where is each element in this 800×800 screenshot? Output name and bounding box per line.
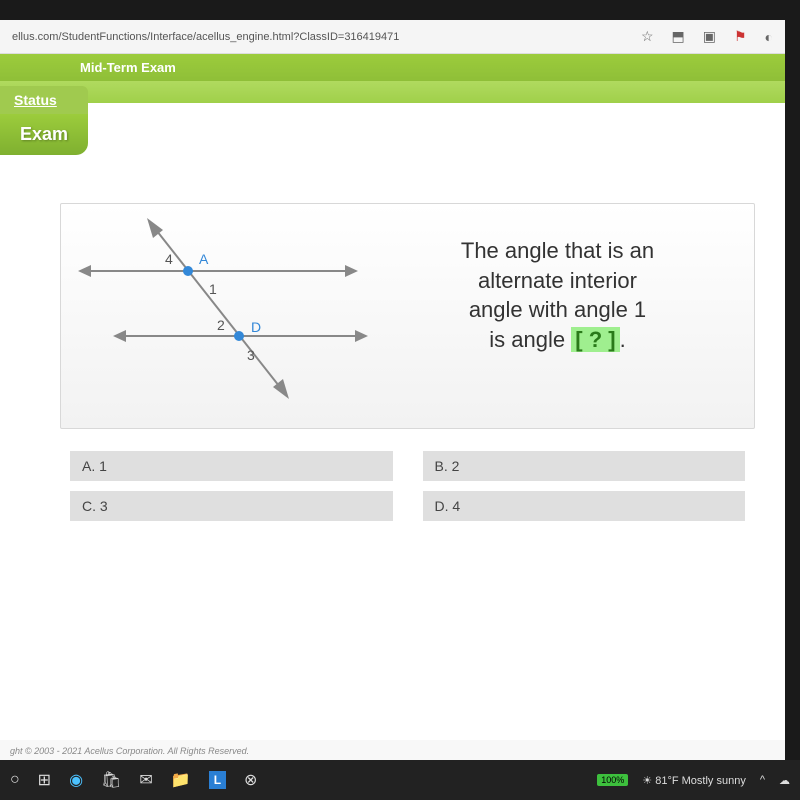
browser-address-bar: ellus.com/StudentFunctions/Interface/ace… bbox=[0, 20, 785, 54]
sub-header-bar bbox=[0, 81, 785, 103]
profile-icon[interactable]: ◐ bbox=[765, 29, 773, 45]
question-text: The angle that is an alternate interior … bbox=[373, 216, 742, 416]
edge-icon[interactable]: ◉ bbox=[69, 770, 83, 790]
answer-blank[interactable]: [ ? ] bbox=[571, 327, 619, 352]
search-icon[interactable]: ○ bbox=[10, 771, 20, 789]
battery-indicator[interactable]: 100% bbox=[597, 774, 628, 786]
tab-exam[interactable]: Exam bbox=[0, 114, 88, 155]
flag-icon[interactable]: ⚑ bbox=[734, 28, 747, 45]
url-text[interactable]: ellus.com/StudentFunctions/Interface/ace… bbox=[12, 31, 641, 43]
task-view-icon[interactable]: ⊞ bbox=[38, 770, 51, 790]
cloud-icon[interactable]: ☁ bbox=[779, 774, 790, 787]
geometry-diagram: A D 4 1 2 3 bbox=[73, 216, 373, 416]
tab-status[interactable]: Status bbox=[0, 86, 88, 114]
answer-b[interactable]: B. 2 bbox=[423, 451, 746, 481]
answer-d[interactable]: D. 4 bbox=[423, 491, 746, 521]
xbox-icon[interactable]: ⊗ bbox=[244, 770, 257, 790]
answer-a[interactable]: A. 1 bbox=[70, 451, 393, 481]
angle-4-label: 4 bbox=[165, 251, 173, 267]
page-title: Mid-Term Exam bbox=[80, 60, 176, 75]
footer-copyright: ght © 2003 - 2021 Acellus Corporation. A… bbox=[0, 740, 785, 762]
store-icon[interactable]: 🛍 bbox=[101, 770, 121, 790]
page-title-bar: Mid-Term Exam bbox=[0, 54, 785, 81]
question-area: A D 4 1 2 3 The angle that is an alterna… bbox=[0, 103, 785, 563]
reader-icon[interactable]: ▣ bbox=[703, 28, 716, 45]
explorer-icon[interactable]: 📁 bbox=[171, 770, 191, 790]
windows-taskbar[interactable]: ○ ⊞ ◉ 🛍 ✉ 📁 L ⊗ 100% ☀ 81°F Mostly sunny… bbox=[0, 760, 800, 800]
answer-c[interactable]: C. 3 bbox=[70, 491, 393, 521]
extension-icon[interactable]: ⬒ bbox=[672, 28, 685, 45]
point-a-label: A bbox=[199, 251, 209, 267]
angle-1-label: 1 bbox=[209, 281, 217, 297]
app-l-icon[interactable]: L bbox=[209, 771, 226, 789]
angle-2-label: 2 bbox=[217, 317, 225, 333]
chevron-up-icon[interactable]: ^ bbox=[760, 774, 765, 786]
mail-icon[interactable]: ✉ bbox=[139, 770, 152, 790]
point-d-label: D bbox=[251, 319, 261, 335]
answer-grid: A. 1 B. 2 C. 3 D. 4 bbox=[60, 429, 755, 543]
favorite-icon[interactable]: ☆ bbox=[641, 28, 654, 45]
question-box: A D 4 1 2 3 The angle that is an alterna… bbox=[60, 203, 755, 429]
weather-widget[interactable]: ☀ 81°F Mostly sunny bbox=[642, 774, 746, 787]
angle-3-label: 3 bbox=[247, 347, 255, 363]
